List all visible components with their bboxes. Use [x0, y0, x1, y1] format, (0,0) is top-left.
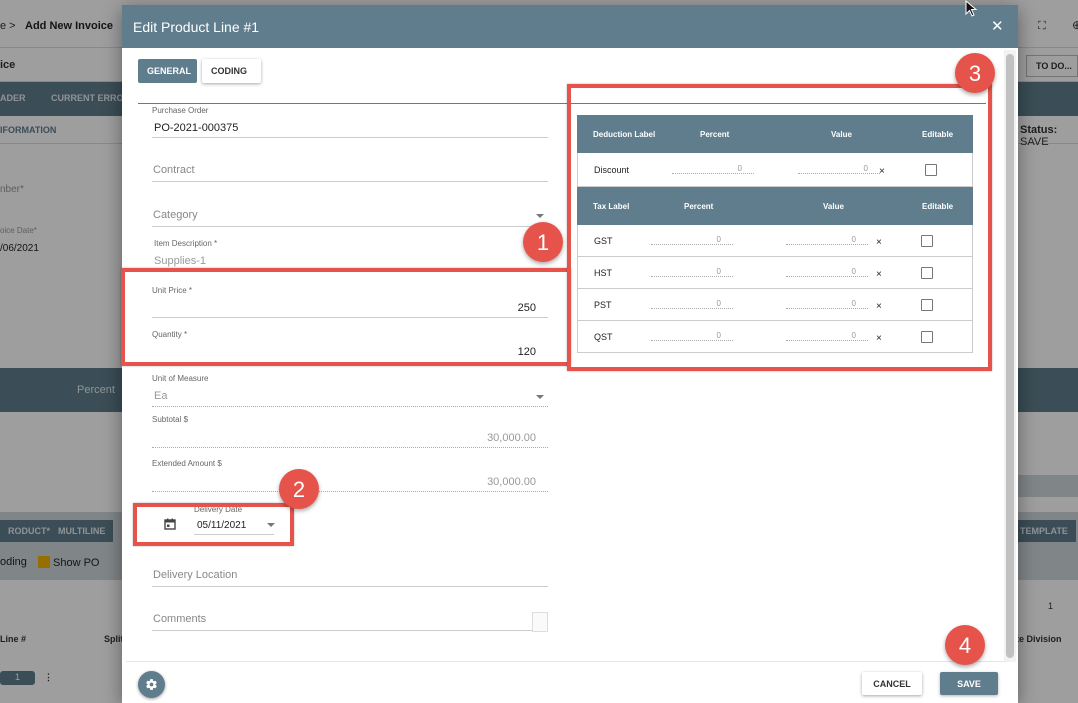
category-select[interactable]: Category [152, 205, 548, 229]
annotation-badge-4: 4 [945, 625, 985, 665]
delivery-location-placeholder: Delivery Location [153, 569, 238, 581]
close-icon[interactable]: ✕ [991, 17, 1004, 35]
annotation-badge-1: 1 [523, 222, 563, 262]
item-description-field[interactable]: Item Description * Supplies-1 [152, 238, 548, 270]
subtotal-field: Subtotal $ 30,000.00 [152, 414, 548, 448]
subtotal-label: Subtotal $ [152, 415, 189, 424]
unit-of-measure-label: Unit of Measure [152, 374, 209, 383]
unit-of-measure-select[interactable]: Unit of Measure Ea [152, 373, 548, 407]
unit-of-measure-value: Ea [154, 390, 168, 402]
extended-amount-value: 30,000.00 [487, 476, 536, 488]
purchase-order-label: Purchase Order [152, 106, 209, 115]
scrollbar-thumb[interactable] [1006, 54, 1014, 658]
field-underline [152, 226, 548, 227]
item-description-label: Item Description * [154, 239, 218, 248]
tab-coding[interactable]: CODING [202, 59, 261, 83]
annotation-box-3 [567, 84, 992, 371]
annotation-badge-3: 3 [955, 53, 995, 93]
purchase-order-value: PO-2021-000375 [154, 122, 239, 134]
comments-resize-handle[interactable] [532, 612, 548, 632]
field-underline [152, 630, 548, 631]
field-underline [152, 137, 548, 138]
field-underline [152, 491, 548, 492]
contract-placeholder: Contract [153, 164, 195, 176]
chevron-down-icon [536, 395, 544, 399]
item-description-value: Supplies-1 [154, 255, 206, 267]
tab-general[interactable]: GENERAL [138, 59, 197, 83]
comments-field[interactable]: Comments [152, 609, 548, 633]
settings-button[interactable] [138, 671, 165, 698]
gear-icon [146, 679, 157, 690]
category-placeholder: Category [153, 209, 198, 221]
cancel-button[interactable]: CANCEL [862, 672, 922, 695]
extended-amount-field: Extended Amount $ 30,000.00 [152, 458, 548, 492]
dialog-header: Edit Product Line #1 ✕ [122, 5, 1018, 48]
annotation-badge-2: 2 [279, 469, 319, 509]
extended-amount-label: Extended Amount $ [152, 459, 222, 468]
chevron-down-icon [536, 214, 544, 218]
dialog-title: Edit Product Line #1 [133, 19, 260, 35]
comments-placeholder: Comments [153, 613, 207, 625]
footer-divider [126, 661, 1006, 662]
delivery-location-field[interactable]: Delivery Location [152, 565, 548, 589]
annotation-box-1 [121, 268, 571, 366]
field-underline [152, 447, 548, 448]
dialog-scrollbar[interactable] [1004, 50, 1016, 662]
field-underline [152, 181, 548, 182]
field-underline [152, 406, 548, 407]
field-underline [152, 586, 548, 587]
save-button[interactable]: SAVE [940, 672, 998, 695]
purchase-order-field[interactable]: Purchase Order PO-2021-000375 [152, 105, 548, 139]
contract-field[interactable]: Contract [152, 160, 548, 184]
annotation-box-2 [133, 503, 294, 546]
mouse-cursor-icon [965, 0, 978, 17]
subtotal-value: 30,000.00 [487, 432, 536, 444]
